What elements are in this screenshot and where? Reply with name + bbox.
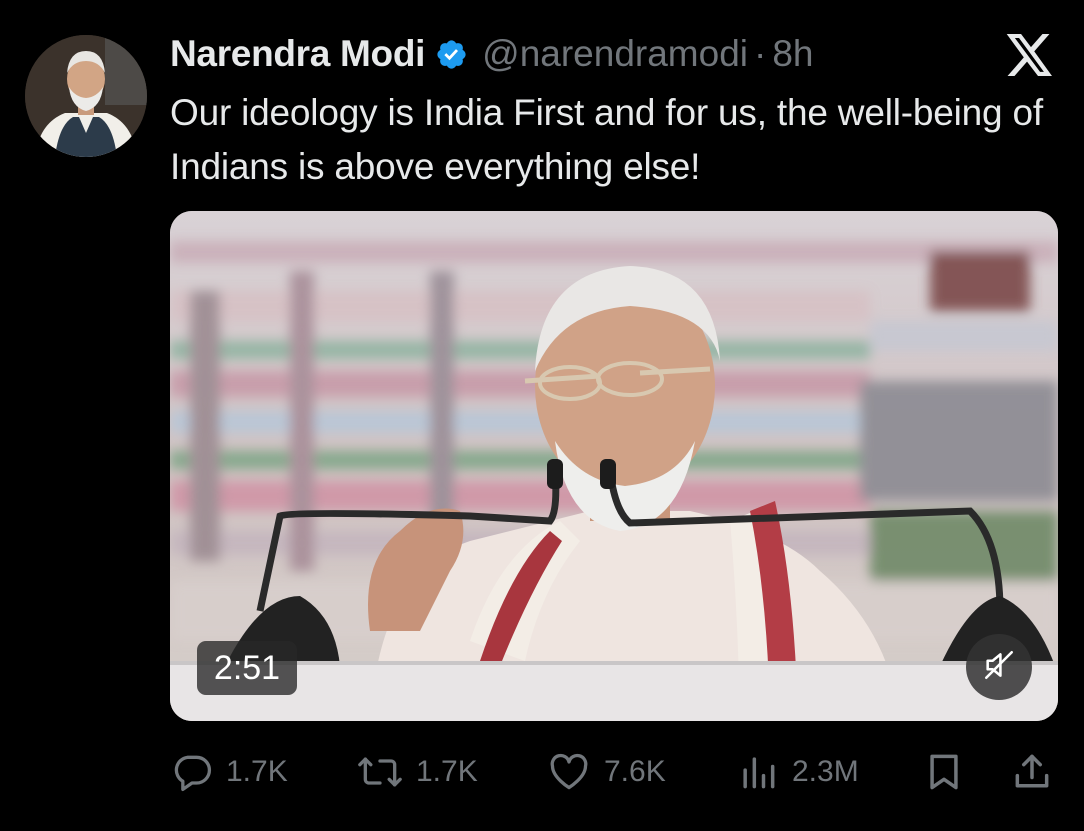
reply-button[interactable]: 1.7K [170,742,288,802]
reply-icon [170,750,214,794]
share-icon [1010,750,1054,794]
views-count: 2.3M [792,755,859,788]
views-icon [736,750,780,794]
avatar[interactable] [25,35,147,157]
share-button[interactable] [1010,742,1054,802]
tweet-header: Narendra Modi @narendramodi · 8h [170,30,814,78]
reply-count: 1.7K [226,755,288,788]
video-player[interactable] [170,211,1058,721]
muted-speaker-icon [982,648,1016,687]
views-button[interactable]: 2.3M [736,742,859,802]
video-duration: 2:51 [197,641,297,695]
separator: · [754,33,767,74]
tweet[interactable]: Narendra Modi @narendramodi · 8h Our ide… [0,0,1084,831]
repost-count: 1.7K [416,755,478,788]
like-count: 7.6K [604,755,666,788]
repost-button[interactable]: 1.7K [356,742,478,802]
heart-icon [546,750,592,794]
like-button[interactable]: 7.6K [546,742,666,802]
bookmark-icon [922,750,966,794]
author-handle[interactable]: @narendramodi [482,33,748,75]
timestamp[interactable]: 8h [772,33,813,75]
tweet-text: Our ideology is India First and for us, … [170,92,1043,187]
repost-icon [356,750,404,794]
video-frame [170,211,1058,721]
bookmark-button[interactable] [922,742,966,802]
author-name[interactable]: Narendra Modi [170,33,425,75]
x-logo-icon[interactable] [1006,32,1054,78]
verified-badge-icon [435,38,468,71]
mute-button[interactable] [966,634,1032,700]
action-bar: 1.7K 1.7K 7.6K 2.3M [170,742,1060,802]
